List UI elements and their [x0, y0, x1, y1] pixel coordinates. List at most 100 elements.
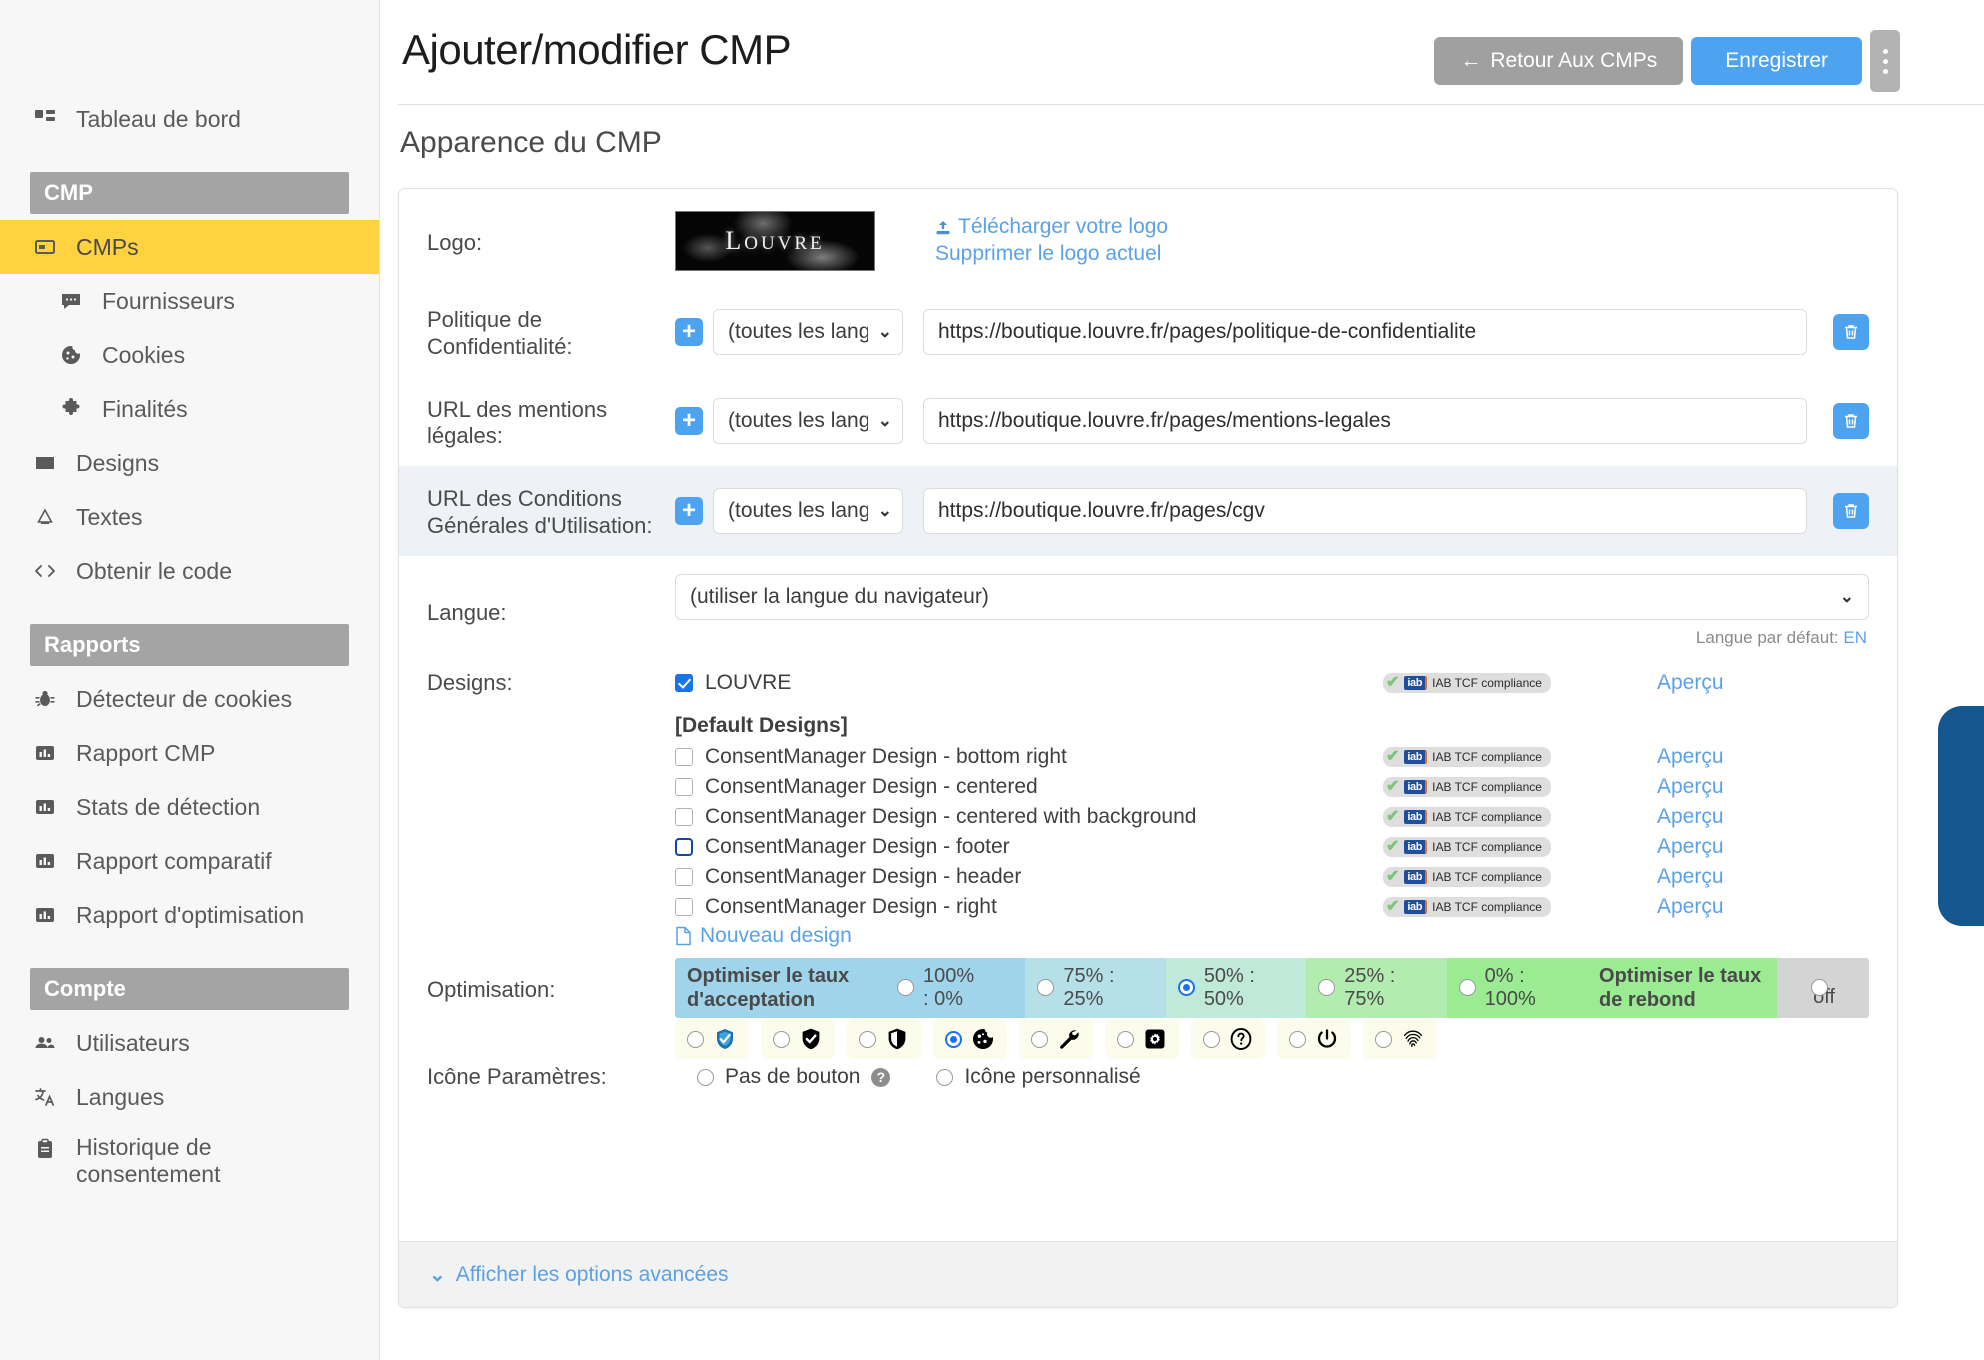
icon-option-custom-icon[interactable]: Icône personnalisé	[936, 1065, 1141, 1089]
side-drawer-handle[interactable]	[1938, 706, 1984, 926]
upload-logo-label: Télécharger votre logo	[958, 215, 1169, 239]
preview-link[interactable]: Aperçu	[1657, 671, 1724, 694]
save-button[interactable]: Enregistrer	[1691, 37, 1862, 85]
radio-icon[interactable]	[897, 979, 914, 997]
sidebar-item-fournisseurs[interactable]: Fournisseurs	[0, 274, 379, 328]
radio-icon[interactable]	[1288, 1030, 1306, 1048]
sidebar-item-textes[interactable]: Textes	[0, 490, 379, 544]
radio-icon[interactable]	[1037, 979, 1055, 997]
optimisation-option-line1: 0% :	[1484, 964, 1525, 987]
add-legal-notice-button[interactable]: +	[675, 407, 703, 436]
design-checkbox-centered[interactable]	[675, 777, 693, 796]
sidebar-item-utilisateurs[interactable]: Utilisateurs	[0, 1016, 379, 1070]
icon-option-cookie[interactable]	[933, 1019, 1007, 1060]
more-options-button[interactable]	[1870, 30, 1900, 92]
iab-badge-label: IAB TCF compliance	[1432, 869, 1542, 884]
terms-conditions-url-input[interactable]: https://boutique.louvre.fr/pages/cgv	[923, 488, 1807, 535]
add-privacy-policy-button[interactable]: +	[675, 317, 703, 346]
delete-logo-link[interactable]: Supprimer le logo actuel	[935, 241, 1168, 268]
radio-icon[interactable]	[686, 1030, 704, 1048]
radio-icon[interactable]	[1116, 1030, 1134, 1048]
preview-link[interactable]: Aperçu	[1657, 805, 1724, 828]
preview-link[interactable]: Aperçu	[1657, 895, 1724, 918]
sidebar-item-cmps[interactable]: CMPs	[0, 220, 379, 274]
sidebar-item-obtenir-le-code[interactable]: Obtenir le code	[0, 544, 379, 598]
radio-icon[interactable]	[1458, 979, 1476, 997]
check-icon: ✔	[1386, 747, 1400, 765]
sidebar-item-stats-de-detection[interactable]: Stats de détection	[0, 780, 379, 834]
radio-icon[interactable]	[1202, 1030, 1220, 1048]
delete-legal-notice-button[interactable]	[1833, 403, 1869, 440]
design-row: ConsentManager Design - centered ✔ iab IAB…	[675, 772, 1869, 802]
optimisation-option-line2: : 0%	[923, 987, 964, 1010]
optimisation-option-off[interactable]: off	[1777, 957, 1869, 1018]
help-icon[interactable]: ?	[871, 1067, 891, 1087]
radio-icon[interactable]	[697, 1068, 714, 1086]
legal-notice-language-select[interactable]: (toutes les langu ⌄	[713, 398, 903, 445]
sidebar-item-label: Designs	[76, 449, 160, 476]
delete-privacy-policy-button[interactable]	[1833, 313, 1869, 350]
language-select[interactable]: (utiliser la langue du navigateur) ⌄	[675, 573, 1869, 620]
design-checkbox-footer[interactable]	[675, 837, 693, 856]
icon-option-shield-check-blue[interactable]	[675, 1019, 749, 1060]
optimisation-option-75-25[interactable]: 75% :25%	[1025, 957, 1166, 1018]
radio-icon[interactable]	[944, 1030, 962, 1048]
sidebar-item-detecteur-de-cookies[interactable]: Détecteur de cookies	[0, 672, 379, 726]
new-design-link[interactable]: Nouveau design	[675, 924, 1869, 948]
privacy-policy-language-select[interactable]: (toutes les langu ⌄	[713, 308, 903, 355]
optimisation-option-100-0[interactable]: 100%: 0%	[885, 957, 1026, 1018]
icon-option-no-button[interactable]: Pas de bouton ?	[697, 1065, 891, 1089]
icon-extra-options: Pas de bouton ? Icône personnalisé	[675, 1065, 1869, 1089]
icon-option-shield-half[interactable]	[847, 1019, 921, 1060]
logo-actions: Télécharger votre logo Supprimer le logo…	[935, 214, 1168, 268]
icon-option-question-circle[interactable]	[1191, 1019, 1265, 1060]
design-checkbox-right[interactable]	[675, 897, 693, 916]
sidebar-item-rapport-comparatif[interactable]: Rapport comparatif	[0, 834, 379, 888]
power-icon	[1314, 1026, 1340, 1052]
sidebar-item-rapport-cmp[interactable]: Rapport CMP	[0, 726, 379, 780]
optimisation-option-0-100[interactable]: 0% :100%	[1446, 957, 1588, 1018]
radio-icon[interactable]	[858, 1030, 876, 1048]
back-to-cmps-button[interactable]: ← Retour Aux CMPs	[1434, 37, 1684, 85]
icon-option-gear-square[interactable]	[1105, 1019, 1179, 1060]
radio-icon[interactable]	[1374, 1030, 1392, 1048]
sidebar-item-historique-de-consentement[interactable]: Historique de consentement	[0, 1124, 379, 1198]
radio-icon[interactable]	[772, 1030, 790, 1048]
wrench-icon	[1056, 1026, 1082, 1052]
show-advanced-options-link[interactable]: Afficher les options avancées	[456, 1263, 729, 1287]
design-checkbox-centered-with-background[interactable]	[675, 807, 693, 826]
sidebar-item-tableau-de-bord[interactable]: Tableau de bord	[0, 92, 379, 146]
legal-notice-url-input[interactable]: https://boutique.louvre.fr/pages/mention…	[923, 398, 1807, 445]
add-terms-conditions-button[interactable]: +	[675, 497, 703, 526]
privacy-policy-url-input[interactable]: https://boutique.louvre.fr/pages/politiq…	[923, 308, 1807, 355]
upload-logo-link[interactable]: Télécharger votre logo	[935, 214, 1168, 241]
icon-option-fingerprint[interactable]	[1363, 1019, 1437, 1060]
terms-conditions-language-select[interactable]: (toutes les langu ⌄	[713, 488, 903, 535]
design-checkbox-louvre[interactable]	[675, 673, 693, 692]
sidebar-item-label: Textes	[76, 503, 143, 530]
sidebar-item-designs[interactable]: Designs	[0, 436, 379, 490]
preview-link[interactable]: Aperçu	[1657, 865, 1724, 888]
radio-icon[interactable]	[1177, 979, 1195, 997]
design-checkbox-header[interactable]	[675, 867, 693, 886]
sidebar-item-cookies[interactable]: Cookies	[0, 328, 379, 382]
default-language-value[interactable]: EN	[1843, 628, 1867, 647]
preview-link[interactable]: Aperçu	[1657, 775, 1724, 798]
preview-link[interactable]: Aperçu	[1657, 835, 1724, 858]
sidebar-item-rapport-d-optimisation[interactable]: Rapport d'optimisation	[0, 888, 379, 942]
sidebar-item-finalites[interactable]: Finalités	[0, 382, 379, 436]
optimisation-option-25-75[interactable]: 25% :75%	[1306, 957, 1447, 1018]
radio-icon[interactable]	[1318, 979, 1336, 997]
legal-notice-label: URL des mentions légales:	[427, 396, 608, 449]
delete-terms-conditions-button[interactable]	[1833, 493, 1869, 530]
preview-link[interactable]: Aperçu	[1657, 745, 1724, 768]
sidebar-item-langues[interactable]: Langues	[0, 1070, 379, 1124]
radio-icon[interactable]	[1030, 1030, 1048, 1048]
icon-option-shield-check-solid[interactable]	[761, 1019, 835, 1060]
optimisation-right-caption: Optimiser le taux de rebond	[1587, 957, 1778, 1018]
design-checkbox-bottom-right[interactable]	[675, 747, 693, 766]
optimisation-option-50-50[interactable]: 50% :50%	[1165, 957, 1307, 1018]
radio-icon[interactable]	[936, 1068, 954, 1086]
icon-option-power[interactable]	[1277, 1019, 1351, 1060]
icon-option-wrench[interactable]	[1019, 1019, 1093, 1060]
